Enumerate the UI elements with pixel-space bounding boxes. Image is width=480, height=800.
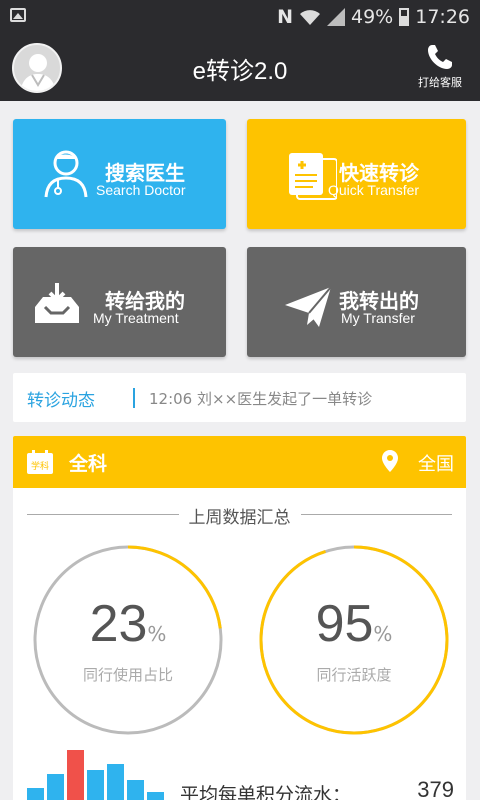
weekly-stats-card: 学科 全科 全国 上周数据汇总 23% 同行使用占比 95% 同行活跃度 平均每… [13, 436, 466, 800]
region-selector[interactable]: 全国 [418, 450, 454, 476]
app-header: e转诊2.0 打给客服 [0, 33, 480, 101]
usage-ratio-value: 23% [30, 594, 226, 654]
summary-title: 上周数据汇总 [13, 503, 466, 528]
usage-ratio-gauge: 23% 同行使用占比 [30, 542, 226, 738]
department-selector[interactable]: 全科 [69, 449, 107, 476]
usage-ratio-label: 同行使用占比 [82, 666, 173, 684]
status-icons: N 49% 17:26 [277, 4, 470, 30]
gauge-unit: % [147, 622, 167, 646]
news-divider [133, 388, 135, 408]
chart-bar [67, 750, 84, 800]
chart-bar [47, 774, 64, 800]
clock: 17:26 [415, 6, 470, 28]
gauge-value: 95 [315, 595, 374, 653]
paper-plane-icon [285, 286, 332, 327]
my-transfer-tile[interactable]: 我转出的 My Transfer [247, 247, 466, 357]
my-treatment-tile[interactable]: 转给我的 My Treatment [13, 247, 226, 357]
gauge-value: 23 [89, 595, 148, 653]
nfc-icon: N [277, 6, 293, 28]
status-bar: N 49% 17:26 [0, 0, 480, 33]
call-service-label: 打给客服 [418, 76, 462, 89]
points-bar-chart-icon [27, 748, 177, 800]
department-icon-text: 学科 [31, 460, 49, 472]
image-icon [10, 8, 26, 22]
my-transfer-en-label: My Transfer [341, 310, 415, 326]
transfer-news-bar[interactable]: 转诊动态 12:06 刘××医生发起了一单转诊 [13, 373, 466, 422]
chart-bar [127, 780, 144, 800]
activity-gauge: 95% 同行活跃度 [256, 542, 452, 738]
chart-bar [107, 764, 124, 800]
phone-icon [428, 45, 452, 69]
location-pin-icon [382, 450, 398, 472]
inbox-icon [35, 283, 79, 323]
wifi-icon [300, 10, 320, 25]
page-title: e转诊2.0 [192, 58, 288, 85]
doctor-icon [44, 150, 88, 198]
gauge-unit: % [373, 622, 393, 646]
call-service-button[interactable]: 打给客服 [414, 43, 466, 90]
chart-bar [27, 788, 44, 800]
chart-bar [147, 792, 164, 800]
chart-bar [87, 770, 104, 800]
news-text: 12:06 刘××医生发起了一单转诊 [149, 390, 373, 408]
stats-header: 学科 全科 全国 [13, 436, 466, 488]
battery-icon [399, 8, 410, 26]
activity-value: 95% [256, 594, 452, 654]
my-treatment-en-label: My Treatment [93, 310, 179, 326]
battery-percent: 49% [351, 6, 394, 28]
quick-transfer-tile[interactable]: 快速转诊 Quick Transfer [247, 119, 466, 229]
quick-transfer-en-label: Quick Transfer [328, 182, 420, 198]
signal-icon [327, 8, 345, 26]
search-doctor-en-label: Search Doctor [96, 182, 186, 198]
avg-points-label: 平均每单积分流水： [180, 784, 352, 800]
summary-title-text: 上周数据汇总 [178, 508, 301, 528]
calendar-icon: 学科 [27, 450, 53, 474]
news-title: 转诊动态 [27, 391, 95, 411]
activity-label: 同行活跃度 [316, 666, 392, 684]
search-doctor-tile[interactable]: 搜索医生 Search Doctor [13, 119, 226, 229]
avg-points-value: 379 [417, 777, 454, 800]
